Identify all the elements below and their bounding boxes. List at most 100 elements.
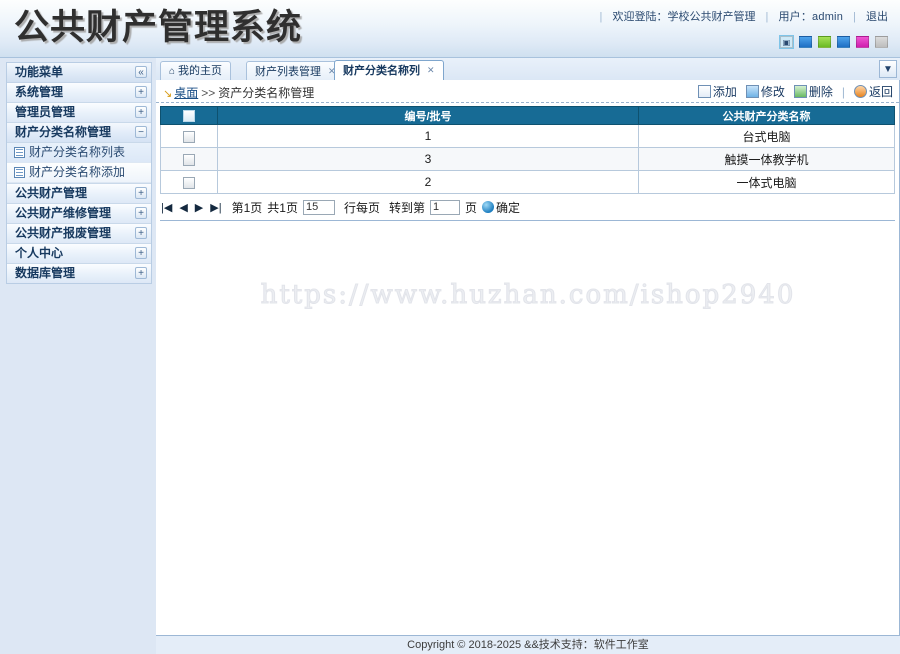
sidebar-subitem-label: 财产分类名称添加 — [29, 165, 126, 179]
sidebar-menu-title-label: 功能菜单 — [15, 65, 64, 79]
skin-swatch-default[interactable]: ▣ — [780, 36, 793, 48]
row-checkbox[interactable] — [183, 153, 195, 166]
logout-link[interactable]: 退出 — [866, 11, 888, 23]
rows-per-page-label: 行每页 — [343, 200, 380, 215]
tab-bar: ⌂ 我的主页 财产列表管理 ✕ 财产分类名称列 ✕ ▼ — [156, 58, 900, 81]
goto-page-input[interactable] — [430, 199, 460, 215]
edit-button[interactable]: 修改 — [745, 83, 785, 100]
watermark-text: https://www.huzhan.com/ishop2940 — [260, 280, 796, 311]
last-page-icon[interactable]: ▶| — [209, 201, 222, 214]
content-panel: ↘ 桌面 >> 资产分类名称管理 添加 修改 删除 | 返回 编号/批号 公共财… — [156, 80, 900, 636]
pagination-bar: |◀ ◀ ▶ ▶| 第1页 共1页 行每页 转到第 页 确定 — [160, 196, 895, 221]
header-divider-left: | — [599, 11, 603, 23]
column-id: 编号/批号 — [217, 106, 639, 125]
delete-button[interactable]: 删除 — [793, 83, 833, 100]
tab-overflow-chevron-down-icon[interactable]: ▼ — [879, 60, 897, 78]
confirm-button[interactable]: 确定 — [482, 199, 520, 216]
expand-plus-icon[interactable]: + — [135, 187, 147, 199]
sidebar-item-scrap-management[interactable]: 公共财产报废管理 + — [7, 224, 151, 244]
skin-swatch-green[interactable] — [818, 36, 831, 48]
skin-swatch-blue[interactable] — [799, 36, 812, 48]
sidebar-item-label: 数据库管理 — [15, 266, 76, 280]
table-row[interactable]: 3 触摸一体教学机 — [160, 147, 895, 171]
sidebar-item-asset-category-management[interactable]: 财产分类名称管理 − — [7, 123, 151, 143]
row-id-cell: 3 — [217, 147, 639, 171]
list-icon — [14, 147, 25, 158]
action-toolbar: 添加 修改 删除 | 返回 — [697, 83, 893, 100]
expand-plus-icon[interactable]: + — [135, 267, 147, 279]
row-select-cell — [160, 147, 218, 171]
sidebar-collapse-icon[interactable]: « — [135, 66, 147, 78]
table-row[interactable]: 1 台式电脑 — [160, 124, 895, 148]
sidebar-item-public-asset-management[interactable]: 公共财产管理 + — [7, 184, 151, 204]
sidebar-item-label: 财产分类名称管理 — [15, 125, 112, 139]
row-select-cell — [160, 124, 218, 148]
skin-swatch-steel[interactable] — [837, 36, 850, 48]
row-name-cell: 触摸一体教学机 — [638, 147, 895, 171]
sidebar-item-system-management[interactable]: 系统管理 + — [7, 83, 151, 103]
globe-icon — [482, 201, 495, 213]
table-row[interactable]: 2 一体式电脑 — [160, 170, 895, 194]
tab-my-homepage[interactable]: ⌂ 我的主页 — [160, 61, 232, 80]
expand-plus-icon[interactable]: + — [135, 106, 147, 118]
column-select-all — [160, 106, 218, 125]
sidebar-subitem-category-list[interactable]: 财产分类名称列表 — [7, 143, 151, 163]
tab-label: 我的主页 — [178, 65, 223, 77]
prev-page-icon[interactable]: ◀ — [178, 201, 188, 214]
list-icon — [14, 167, 25, 178]
select-all-checkbox[interactable] — [183, 109, 195, 122]
add-icon — [697, 85, 711, 98]
skin-swatch-pink[interactable] — [856, 36, 869, 48]
breadcrumb-bar: ↘ 桌面 >> 资产分类名称管理 添加 修改 删除 | 返回 — [156, 80, 899, 103]
next-page-icon[interactable]: ▶ — [194, 201, 204, 214]
current-user-label: 用户：admin — [778, 11, 844, 23]
close-icon[interactable]: ✕ — [427, 65, 435, 75]
tab-label: 财产分类名称列 — [343, 65, 420, 77]
breadcrumb-separator: >> — [201, 86, 216, 100]
skin-swatch-gray[interactable] — [875, 36, 888, 48]
sidebar-item-label: 系统管理 — [15, 85, 64, 99]
sidebar-item-label: 管理员管理 — [15, 105, 76, 119]
app-title: 公共财产管理系统 — [14, 8, 303, 48]
sidebar-subitem-category-add[interactable]: 财产分类名称添加 — [7, 163, 151, 183]
tab-label: 财产列表管理 — [255, 66, 321, 78]
row-name-cell: 一体式电脑 — [638, 170, 895, 194]
breadcrumb-home-link[interactable]: 桌面 — [174, 86, 198, 100]
sidebar-submenu-asset-category: 财产分类名称列表 财产分类名称添加 — [7, 143, 151, 184]
current-page-text: 第1页 — [231, 200, 263, 215]
sidebar-menu-title: 功能菜单 « — [7, 63, 151, 83]
asset-category-table: 编号/批号 公共财产分类名称 1 台式电脑 3 触摸一体教学机 2 一体式电脑 — [160, 106, 895, 194]
sidebar-item-label: 公共财产报废管理 — [15, 226, 112, 240]
add-button[interactable]: 添加 — [697, 83, 737, 100]
add-button-label: 添加 — [712, 85, 737, 99]
row-checkbox[interactable] — [183, 130, 195, 143]
collapse-minus-icon[interactable]: − — [135, 126, 147, 138]
sidebar-item-database-management[interactable]: 数据库管理 + — [7, 264, 151, 283]
welcome-text: 欢迎登陆：学校公共财产管理 — [612, 11, 756, 23]
row-checkbox[interactable] — [183, 176, 195, 189]
sidebar-item-label: 公共财产管理 — [15, 186, 88, 200]
total-pages-text: 共1页 — [267, 200, 298, 215]
page-unit-label: 页 — [465, 200, 478, 215]
sidebar-item-repair-management[interactable]: 公共财产维修管理 + — [7, 204, 151, 224]
tab-asset-list-management[interactable]: 财产列表管理 ✕ — [246, 61, 345, 80]
back-button[interactable]: 返回 — [853, 83, 893, 100]
breadcrumb-current: 资产分类名称管理 — [218, 86, 315, 100]
row-id-cell: 2 — [217, 170, 639, 194]
sidebar-item-personal-center[interactable]: 个人中心 + — [7, 244, 151, 264]
first-page-icon[interactable]: |◀ — [160, 201, 173, 214]
expand-plus-icon[interactable]: + — [135, 207, 147, 219]
table-header-row: 编号/批号 公共财产分类名称 — [160, 106, 895, 125]
sidebar-item-admin-management[interactable]: 管理员管理 + — [7, 103, 151, 123]
confirm-button-label: 确定 — [496, 200, 521, 215]
edit-button-label: 修改 — [760, 85, 785, 99]
rows-per-page-input[interactable] — [302, 199, 335, 215]
back-button-label: 返回 — [868, 85, 893, 99]
sidebar-subitem-label: 财产分类名称列表 — [29, 145, 126, 159]
expand-plus-icon[interactable]: + — [135, 227, 147, 239]
tab-asset-category-list[interactable]: 财产分类名称列 ✕ — [334, 60, 444, 80]
expand-plus-icon[interactable]: + — [135, 247, 147, 259]
back-icon — [853, 85, 867, 98]
expand-plus-icon[interactable]: + — [135, 86, 147, 98]
skin-default-icon: ▣ — [782, 38, 791, 47]
